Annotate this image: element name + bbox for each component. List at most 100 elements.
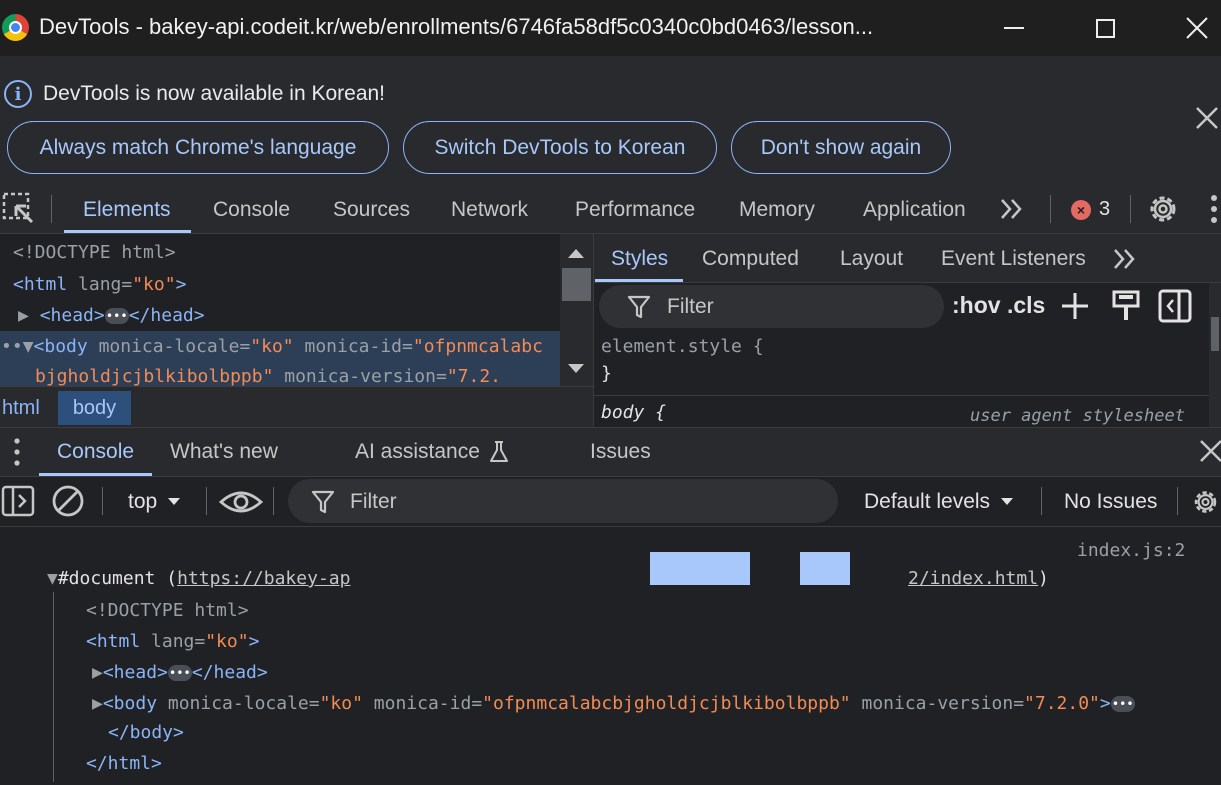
console-head-node[interactable]: ▶<head>•••</head> bbox=[92, 662, 268, 683]
flask-icon bbox=[489, 441, 508, 462]
attr-value: "ofpnmcalabcbjgholdjcjblkibolbppb" bbox=[482, 693, 851, 714]
toolbar-divider bbox=[1130, 195, 1131, 223]
add-rule-icon[interactable] bbox=[1060, 291, 1090, 326]
attr-value: "ko" bbox=[132, 274, 176, 295]
tab-performance[interactable]: Performance bbox=[575, 185, 695, 234]
body-rule-selector[interactable]: body { bbox=[601, 402, 666, 423]
close-window-button[interactable] bbox=[1175, 10, 1219, 46]
breadcrumb-body[interactable]: body bbox=[58, 391, 131, 425]
attr-value: "ofpnmcalabc bbox=[412, 336, 543, 357]
context-selector[interactable]: top bbox=[128, 490, 181, 514]
toolbar-divider bbox=[206, 487, 207, 515]
redacted-block bbox=[650, 552, 750, 585]
dom-head-node[interactable]: ▶ <head>•••</head> bbox=[18, 305, 205, 326]
tab-layout[interactable]: Layout bbox=[840, 234, 903, 283]
drawer-tab-whats-new[interactable]: What's new bbox=[170, 427, 278, 477]
document-url-link[interactable]: https://bakey-ap bbox=[177, 568, 350, 589]
error-count-badge[interactable]: × 3 bbox=[1071, 198, 1110, 221]
console-doctype[interactable]: <!DOCTYPE html> bbox=[86, 600, 249, 621]
dom-html-node[interactable]: <html lang="ko"> bbox=[13, 274, 186, 295]
doctype-text: <!DOCTYPE html> bbox=[13, 242, 176, 263]
expand-triangle-icon[interactable]: ▶ bbox=[92, 662, 103, 683]
inspect-element-icon[interactable] bbox=[2, 192, 36, 226]
tab-memory[interactable]: Memory bbox=[739, 185, 815, 234]
show-sidebar-icon[interactable] bbox=[1, 485, 35, 522]
active-tab-indicator bbox=[595, 279, 683, 282]
dont-show-again-button[interactable]: Don't show again bbox=[731, 121, 951, 174]
expand-triangle-icon[interactable]: ▶ bbox=[18, 305, 40, 326]
document-log-entry[interactable]: ▼#document (https://bakey-ap bbox=[47, 568, 350, 589]
drawer-tab-issues[interactable]: Issues bbox=[590, 427, 651, 477]
toolbar-divider bbox=[1041, 487, 1042, 515]
breadcrumb-html[interactable]: html bbox=[2, 397, 40, 420]
node-menu-icon[interactable]: •• bbox=[1, 336, 23, 357]
toggle-sidebar-icon[interactable] bbox=[1158, 289, 1192, 328]
document-url-link[interactable]: 2/index.html bbox=[908, 568, 1038, 589]
more-tabs-icon[interactable] bbox=[999, 196, 1023, 227]
collapsed-ellipsis-icon[interactable]: ••• bbox=[167, 665, 192, 681]
live-expression-eye-icon[interactable] bbox=[218, 487, 264, 522]
switch-to-korean-button[interactable]: Switch DevTools to Korean bbox=[403, 121, 717, 174]
collapse-triangle-icon[interactable]: ▼ bbox=[47, 568, 58, 589]
tab-sources[interactable]: Sources bbox=[333, 185, 410, 234]
tag-text: <body bbox=[33, 336, 99, 357]
scroll-down-icon[interactable] bbox=[567, 362, 585, 380]
infobar-close-button[interactable] bbox=[1192, 103, 1221, 133]
tab-console[interactable]: Console bbox=[213, 185, 290, 234]
attr-value: "ko" bbox=[319, 693, 363, 714]
toolbar-divider bbox=[1177, 487, 1178, 515]
scroll-thumb[interactable] bbox=[562, 268, 591, 301]
drawer-tab-console[interactable]: Console bbox=[57, 427, 134, 477]
clear-console-icon[interactable] bbox=[51, 484, 85, 523]
tab-computed[interactable]: Computed bbox=[702, 234, 799, 283]
dom-body-node-cont[interactable]: bjgholdjcjblkibolbppb" monica-version="7… bbox=[35, 366, 501, 386]
attr-name: monica-version= bbox=[273, 366, 447, 386]
tab-elements[interactable]: Elements bbox=[83, 185, 171, 234]
collapsed-ellipsis-icon[interactable]: ••• bbox=[104, 308, 129, 324]
attr-value: "ko" bbox=[205, 631, 249, 652]
maximize-button[interactable] bbox=[1083, 10, 1127, 46]
minimize-button[interactable] bbox=[992, 10, 1036, 46]
issues-counter[interactable]: No Issues bbox=[1064, 490, 1157, 514]
dom-body-node[interactable]: ••▼<body monica-locale="ko" monica-id="o… bbox=[1, 336, 543, 357]
styles-scrollbar[interactable] bbox=[1209, 283, 1221, 427]
attr-name: monica-locale= bbox=[98, 336, 251, 357]
rule-close-brace: } bbox=[601, 363, 612, 384]
collapse-triangle-icon[interactable]: ▼ bbox=[23, 336, 34, 357]
log-source-link[interactable]: index.js:2 bbox=[1077, 540, 1185, 561]
more-tabs-icon[interactable] bbox=[1112, 246, 1136, 277]
tab-application[interactable]: Application bbox=[863, 185, 966, 234]
always-match-language-button[interactable]: Always match Chrome's language bbox=[7, 121, 389, 174]
toolbar-divider bbox=[1050, 195, 1051, 223]
collapsed-ellipsis-icon[interactable]: ••• bbox=[1110, 696, 1135, 712]
drawer-tab-ai-assistance[interactable]: AI assistance bbox=[355, 427, 510, 477]
element-style-selector[interactable]: element.style { bbox=[601, 336, 764, 357]
dom-doctype[interactable]: <!DOCTYPE html> bbox=[13, 242, 176, 263]
hov-cls-toggle[interactable]: :hov .cls bbox=[952, 292, 1045, 319]
console-body-node[interactable]: ▶<body monica-locale="ko" monica-id="ofp… bbox=[92, 693, 1135, 714]
console-html-close[interactable]: </html> bbox=[86, 753, 162, 774]
settings-gear-icon[interactable] bbox=[1145, 191, 1181, 227]
scroll-up-icon[interactable] bbox=[567, 246, 585, 264]
element-state-icon[interactable] bbox=[1111, 289, 1141, 328]
error-icon: × bbox=[1071, 199, 1091, 220]
expand-triangle-icon[interactable]: ▶ bbox=[92, 693, 103, 714]
console-body-close[interactable]: </body> bbox=[108, 722, 184, 743]
log-levels-dropdown[interactable]: Default levels bbox=[864, 490, 1014, 514]
filter-icon bbox=[627, 294, 651, 325]
drawer-close-icon[interactable] bbox=[1199, 439, 1221, 468]
console-settings-gear-icon[interactable] bbox=[1190, 484, 1221, 525]
attr-name: lang= bbox=[78, 274, 133, 295]
console-html-node[interactable]: <html lang="ko"> bbox=[86, 631, 259, 652]
document-url-end[interactable]: 2/index.html) bbox=[908, 568, 1049, 589]
tag-text: <head> bbox=[39, 305, 105, 326]
tab-event-listeners[interactable]: Event Listeners bbox=[941, 234, 1086, 283]
tab-styles[interactable]: Styles bbox=[611, 234, 668, 283]
drawer-menu-icon[interactable] bbox=[12, 437, 22, 472]
active-tab-indicator bbox=[64, 230, 191, 233]
more-options-icon[interactable] bbox=[1207, 193, 1221, 225]
attr-value: "7.2.0" bbox=[1024, 693, 1100, 714]
doctype-text: <!DOCTYPE html> bbox=[86, 600, 249, 621]
console-filter-placeholder: Filter bbox=[350, 490, 397, 513]
tab-network[interactable]: Network bbox=[451, 185, 528, 234]
